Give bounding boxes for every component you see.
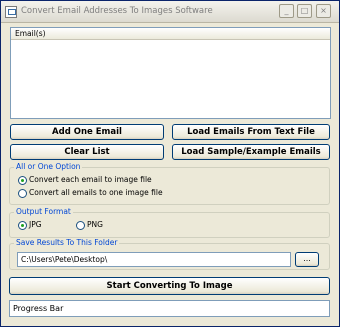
close-button[interactable]: × <box>316 4 331 18</box>
output-format-group: Output Format JPG PNG <box>9 207 330 238</box>
app-window: Convert Email Addresses To Images Softwa… <box>0 0 340 327</box>
all-or-one-option-group: All or One Option Convert each email to … <box>9 162 330 205</box>
add-one-email-button[interactable]: Add One Email <box>10 124 164 140</box>
all-or-one-option-legend: All or One Option <box>14 162 83 171</box>
jpg-radio[interactable] <box>18 221 27 230</box>
png-radio[interactable] <box>76 221 85 230</box>
progress-bar: Progress Bar <box>9 300 330 317</box>
convert-all-label[interactable]: Convert all emails to one image file <box>29 188 163 197</box>
convert-each-radio[interactable] <box>18 176 27 185</box>
jpg-label[interactable]: JPG <box>29 220 42 229</box>
minimize-button[interactable]: _ <box>279 4 294 18</box>
app-icon <box>5 6 17 18</box>
output-format-legend: Output Format <box>14 207 73 216</box>
load-sample-emails-button[interactable]: Load Sample/Example Emails <box>172 144 330 160</box>
browse-folder-button[interactable]: ... <box>295 252 319 267</box>
convert-all-radio[interactable] <box>18 189 27 198</box>
email-list[interactable]: Email(s) <box>10 27 331 119</box>
email-column-header[interactable]: Email(s) <box>11 28 330 40</box>
save-folder-legend: Save Results To This Folder <box>14 238 120 247</box>
clear-list-button[interactable]: Clear List <box>10 144 164 160</box>
load-emails-from-text-file-button[interactable]: Load Emails From Text File <box>172 124 330 140</box>
maximize-button[interactable]: □ <box>297 4 312 18</box>
title-bar: Convert Email Addresses To Images Softwa… <box>1 1 339 23</box>
start-converting-button[interactable]: Start Converting To Image <box>9 277 330 295</box>
png-label[interactable]: PNG <box>87 220 103 229</box>
folder-path-field[interactable]: C:\Users\Pete\Desktop\ <box>17 252 291 267</box>
window-title: Convert Email Addresses To Images Softwa… <box>21 6 213 16</box>
convert-each-label[interactable]: Convert each email to image file <box>29 175 152 184</box>
